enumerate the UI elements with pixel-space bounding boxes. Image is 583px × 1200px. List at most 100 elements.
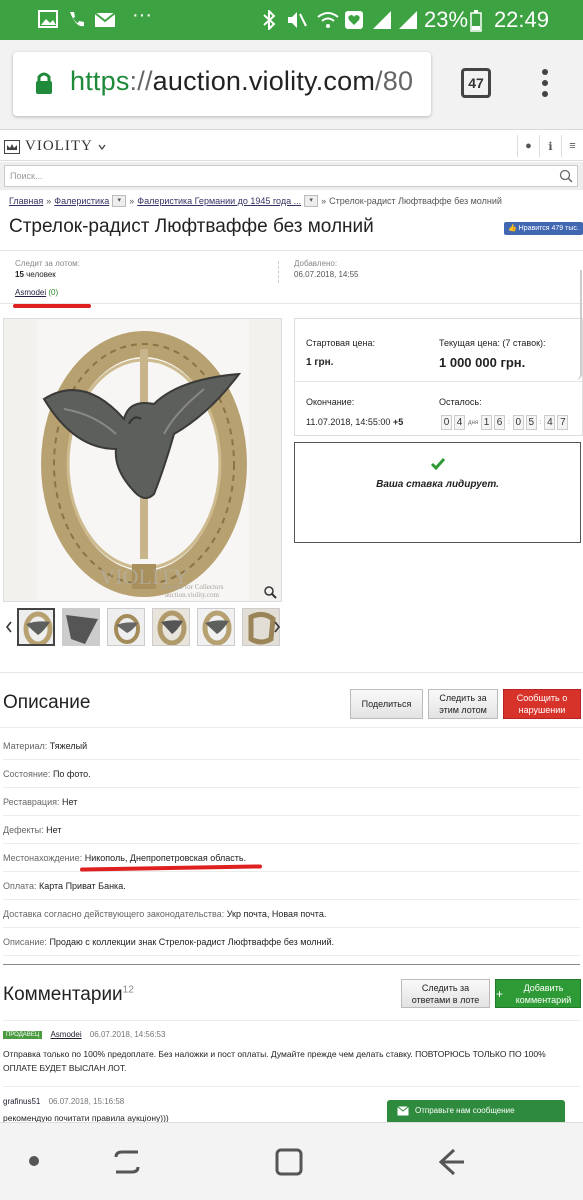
facebook-like-button[interactable]: 👍 Нравится 479 тыс. xyxy=(504,222,583,235)
dot-icon[interactable] xyxy=(28,1155,40,1167)
chat-widget-label: Отправьте нам сообщение xyxy=(415,1106,515,1115)
desc-row: Материал: Тяжелый xyxy=(3,732,580,760)
home-icon[interactable] xyxy=(274,1147,304,1177)
description-title: Описание xyxy=(3,692,91,713)
gallery-icon xyxy=(38,10,58,28)
comment-header: grafinus51 06.07.2018, 15:16:58 xyxy=(3,1097,124,1106)
recent-apps-icon[interactable] xyxy=(112,1147,142,1177)
phone-missed-icon xyxy=(70,12,84,27)
logo-text: VIOLITY xyxy=(25,138,93,154)
current-price-label: Текущая цена: (7 ставок): xyxy=(439,338,546,348)
more-notifications-icon: ··· xyxy=(132,4,152,26)
user-icon[interactable]: ● xyxy=(517,135,539,157)
signal-icon xyxy=(373,11,391,29)
comment-date: 06.07.2018, 15:16:58 xyxy=(48,1097,125,1106)
end-label: Окончание: xyxy=(306,397,355,407)
desc-row: Состояние: По фото. xyxy=(3,760,580,788)
share-button[interactable]: Поделиться xyxy=(350,689,423,719)
search-placeholder: Поиск... xyxy=(10,171,43,181)
chat-widget[interactable]: Отправьте нам сообщение xyxy=(387,1100,565,1122)
svg-text:Auction for Collectors: Auction for Collectors xyxy=(161,583,224,591)
countdown: 0 4 дня 16: 05: 47 xyxy=(441,415,569,430)
breadcrumb-current: Стрелок-радист Люфтваффе без молний xyxy=(329,196,502,206)
seller-link[interactable]: Asmodei (0) xyxy=(15,288,58,297)
desc-row: Реставрация: Нет xyxy=(3,788,580,816)
thumbnail[interactable] xyxy=(62,608,100,646)
header-icons: ● ℹ ≡ xyxy=(517,135,583,157)
breadcrumb-home[interactable]: Главная xyxy=(9,196,43,206)
page-title: Стрелок-радист Люфтваффе без молний xyxy=(9,216,374,237)
followers-label: Следит за лотом: xyxy=(15,259,80,268)
breadcrumb-germany[interactable]: Фалеристика Германии до 1945 года ... xyxy=(137,196,301,206)
thumbnail[interactable] xyxy=(17,608,55,646)
search-row: Поиск... xyxy=(0,162,583,190)
scrollbar[interactable] xyxy=(576,270,582,380)
thumbnail[interactable] xyxy=(197,608,235,646)
thumbnail[interactable] xyxy=(152,608,190,646)
breadcrumb: Главная» Фалеристика ▾» Фалеристика Герм… xyxy=(9,195,502,207)
chat-mail-icon xyxy=(397,1106,409,1116)
lead-message: Ваша ставка лидирует. xyxy=(376,479,499,490)
desc-row: Оплата: Карта Приват Банка. xyxy=(3,872,580,900)
android-nav-bar xyxy=(0,1122,583,1200)
site-header: VIOLITY ● ℹ ≡ xyxy=(0,131,583,161)
badge-photo: VIOLITY Auction for Collectors auction.v… xyxy=(4,319,281,601)
wifi-icon xyxy=(317,12,339,28)
follow-replies-button[interactable]: Следить за ответами в лоте xyxy=(401,979,490,1008)
browser-toolbar: https://auction.violity.com/80 47 xyxy=(0,40,583,130)
thumbnail[interactable] xyxy=(107,608,145,646)
desc-row: Дефекты: Нет xyxy=(3,816,580,844)
back-icon[interactable] xyxy=(436,1147,466,1177)
comments-title: Комментарии12 xyxy=(3,984,134,1005)
hamburger-icon[interactable]: ≡ xyxy=(561,135,583,157)
clock: 22:49 xyxy=(493,7,549,32)
site-logo[interactable]: VIOLITY xyxy=(4,138,106,155)
chevron-right-icon[interactable] xyxy=(273,621,281,633)
search-input[interactable]: Поиск... xyxy=(4,165,578,187)
price-panel: Стартовая цена: 1 грн. Текущая цена: (7 … xyxy=(294,318,583,436)
time-left-label: Осталось: xyxy=(439,397,482,407)
comment: ПРОДАВЕЦ Asmodei 06.07.2018, 14:56:53 От… xyxy=(3,1030,580,1075)
battery-percent: 23% xyxy=(424,7,469,32)
annotation-underline xyxy=(13,304,91,308)
info-icon[interactable]: ℹ xyxy=(539,135,561,157)
comment-text: рекомендую почитати правила аукціону))) xyxy=(3,1113,169,1122)
added-date: 06.07.2018, 14:55 xyxy=(294,270,359,279)
start-price-label: Стартовая цена: xyxy=(306,338,375,348)
status-bar: ··· 23% 22:49 xyxy=(0,0,583,40)
address-bar[interactable]: https://auction.violity.com/80 xyxy=(13,52,431,116)
breadcrumb-faleristics[interactable]: Фалеристика xyxy=(54,196,109,206)
search-icon[interactable] xyxy=(559,169,573,183)
url-text: https://auction.violity.com/80 xyxy=(70,66,414,96)
comment-text: Отправка только по 100% предоплате. Без … xyxy=(3,1049,546,1073)
comment-author[interactable]: Asmodei xyxy=(50,1030,81,1039)
bid-status-box: Ваша ставка лидирует. xyxy=(294,442,581,543)
overflow-menu-icon[interactable] xyxy=(540,68,550,98)
mail-icon xyxy=(94,12,116,27)
lot-info-row: Следит за лотом: 15 человек Asmodei (0) … xyxy=(0,250,583,304)
tab-switcher-button[interactable]: 47 xyxy=(461,68,491,98)
chevron-left-icon[interactable] xyxy=(5,621,13,633)
add-comment-button[interactable]: + Добавить комментарий xyxy=(495,979,581,1008)
breadcrumb-dropdown[interactable]: ▾ xyxy=(304,195,319,207)
thumbnail-strip xyxy=(3,608,282,650)
current-price-value: 1 000 000 грн. xyxy=(439,355,526,370)
check-icon xyxy=(430,458,446,471)
bluetooth-icon xyxy=(263,10,276,30)
comment-author[interactable]: grafinus51 xyxy=(3,1097,40,1106)
added-label: Добавлено: xyxy=(294,259,338,268)
followers-count: 15 человек xyxy=(15,270,56,279)
comments-count: 12 xyxy=(122,984,134,996)
mute-icon xyxy=(288,12,307,28)
chevron-down-icon xyxy=(98,144,106,150)
seller-badge: ПРОДАВЕЦ xyxy=(3,1030,43,1039)
start-price-value: 1 грн. xyxy=(306,357,334,368)
crown-icon xyxy=(4,139,20,154)
battery-icon xyxy=(470,10,482,32)
svg-text:auction.violity.com: auction.violity.com xyxy=(165,591,220,599)
end-value: 11.07.2018, 14:55:00 +5 xyxy=(306,417,404,427)
lot-image[interactable]: VIOLITY Auction for Collectors auction.v… xyxy=(3,318,282,602)
report-button[interactable]: Сообщить о нарушении xyxy=(503,689,581,719)
breadcrumb-dropdown[interactable]: ▾ xyxy=(112,195,127,207)
follow-lot-button[interactable]: Следить за этим лотом xyxy=(428,689,498,719)
